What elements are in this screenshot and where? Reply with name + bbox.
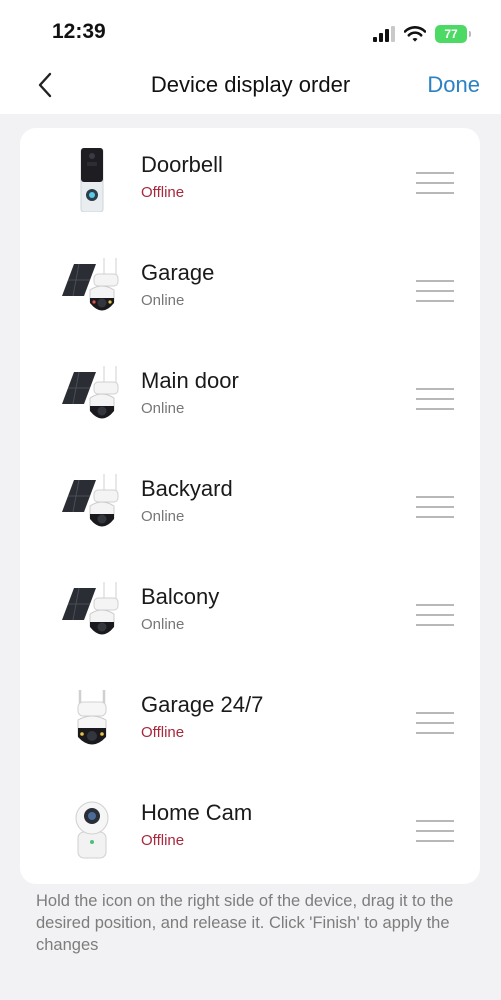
- page-title: Device display order: [150, 72, 351, 97]
- device-status: Offline: [141, 724, 185, 741]
- device-list: Doorbell Offline Garage Online Main door…: [20, 128, 480, 884]
- device-row-garage-24-7[interactable]: Garage 24/7 Offline: [20, 668, 480, 776]
- device-status: Online: [141, 400, 185, 417]
- device-name: Garage 24/7: [141, 692, 264, 717]
- solar-camera-icon: [62, 366, 119, 419]
- device-name: Home Cam: [141, 800, 253, 825]
- device-status: Offline: [141, 184, 185, 201]
- drag-handle-icon[interactable]: [416, 496, 456, 518]
- device-row-balcony[interactable]: Balcony Online: [20, 560, 480, 668]
- status-time: 12:39: [52, 20, 106, 43]
- device-status: Offline: [141, 832, 185, 849]
- cellular-signal-icon: [373, 26, 395, 42]
- drag-handle-icon[interactable]: [416, 280, 456, 302]
- solar-camera-icon: [62, 258, 119, 311]
- drag-handle-icon[interactable]: [416, 712, 456, 734]
- status-icons: 77: [373, 22, 471, 46]
- device-name: Garage: [141, 260, 215, 285]
- device-name: Balcony: [141, 584, 220, 609]
- device-row-backyard[interactable]: Backyard Online: [20, 452, 480, 560]
- wifi-icon: [404, 26, 426, 42]
- device-name: Main door: [141, 368, 239, 393]
- battery-level: 77: [444, 27, 458, 41]
- solar-camera-icon: [62, 582, 119, 635]
- device-status: Online: [141, 616, 185, 633]
- doorbell-icon: [80, 148, 104, 212]
- status-bar: 12:39 77: [0, 0, 501, 62]
- ptz-camera-icon: [77, 690, 107, 745]
- device-row-main-door[interactable]: Main door Online: [20, 344, 480, 452]
- device-name: Backyard: [141, 476, 233, 501]
- done-button[interactable]: Done: [427, 72, 480, 98]
- drag-handle-icon[interactable]: [416, 820, 456, 842]
- drag-handle-icon[interactable]: [416, 604, 456, 626]
- device-status: Online: [141, 292, 185, 309]
- drag-handle-icon[interactable]: [416, 172, 456, 194]
- device-status: Online: [141, 508, 185, 525]
- nav-bar: Device display order Done: [0, 62, 501, 114]
- device-row-home-cam[interactable]: Home Cam Offline: [20, 776, 480, 884]
- device-row-garage[interactable]: Garage Online: [20, 236, 480, 344]
- hint-text: Hold the icon on the right side of the d…: [36, 892, 454, 954]
- indoor-camera-icon: [75, 801, 109, 859]
- drag-handle-icon[interactable]: [416, 388, 456, 410]
- device-row-doorbell[interactable]: Doorbell Offline: [20, 128, 480, 236]
- solar-camera-icon: [62, 474, 119, 527]
- device-name: Doorbell: [141, 152, 223, 177]
- battery-charging-icon: 77: [435, 25, 471, 43]
